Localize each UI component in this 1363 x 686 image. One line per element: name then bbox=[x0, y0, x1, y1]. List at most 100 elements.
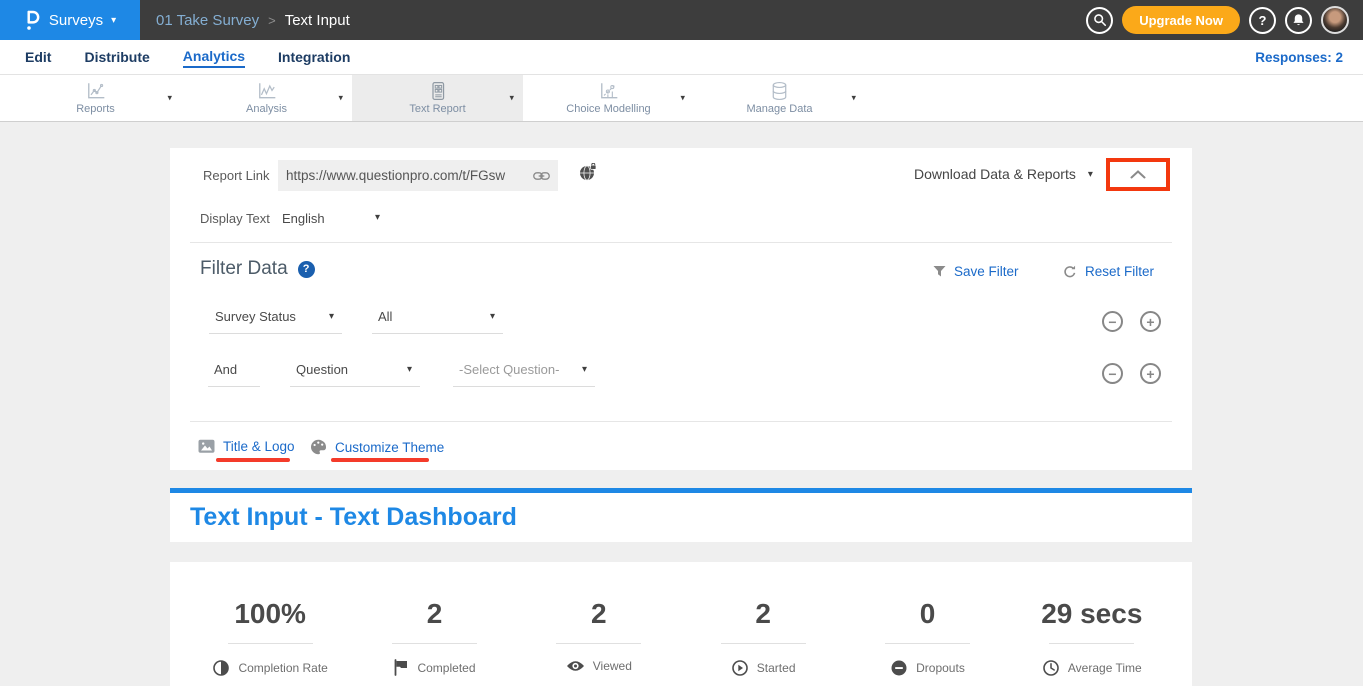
minus-circle-icon bbox=[890, 659, 908, 677]
filter-field-select[interactable]: Survey Status ▾ bbox=[209, 300, 342, 334]
stat-value: 0 bbox=[920, 598, 936, 630]
tab-label: Choice Modelling bbox=[566, 103, 650, 115]
stat-value: 2 bbox=[755, 598, 771, 630]
chevron-down-icon[interactable]: ▾ bbox=[167, 93, 172, 104]
stat-label: Completion Rate bbox=[238, 661, 327, 675]
responses-count[interactable]: Responses: 2 bbox=[1255, 50, 1343, 65]
questionpro-logo-icon bbox=[24, 9, 41, 32]
divider bbox=[228, 643, 313, 644]
tab-label: Manage Data bbox=[746, 103, 812, 115]
refresh-icon bbox=[1063, 265, 1077, 279]
annotation-underline bbox=[216, 458, 290, 462]
link-privacy-button[interactable] bbox=[578, 163, 598, 187]
surveys-menu[interactable]: Surveys ▾ bbox=[0, 0, 140, 40]
chevron-down-icon[interactable]: ▾ bbox=[680, 93, 685, 104]
filter-field-select[interactable]: Question ▾ bbox=[290, 353, 420, 387]
topbar-actions: Upgrade Now ? bbox=[1086, 6, 1363, 34]
conjunction-value: And bbox=[214, 362, 237, 377]
tab-text-report[interactable]: Text Report ▾ bbox=[352, 75, 523, 121]
divider bbox=[392, 643, 477, 644]
help-button[interactable]: ? bbox=[1249, 7, 1276, 34]
chevron-down-icon: ▾ bbox=[329, 311, 334, 322]
stat-value: 29 secs bbox=[1041, 598, 1142, 630]
avatar[interactable] bbox=[1321, 6, 1349, 34]
eye-icon bbox=[566, 659, 585, 673]
filter-data-title: Filter Data bbox=[200, 258, 288, 280]
notifications-button[interactable] bbox=[1285, 7, 1312, 34]
chevron-down-icon: ▾ bbox=[582, 364, 587, 375]
report-settings-panel: Report Link Download Data & Reports ▾ bbox=[170, 148, 1192, 470]
text-report-icon bbox=[428, 81, 448, 101]
stat-average-time: 29 secs Average Time bbox=[1010, 562, 1174, 686]
chevron-down-icon: ▾ bbox=[111, 15, 116, 26]
upgrade-now-button[interactable]: Upgrade Now bbox=[1122, 6, 1240, 34]
stat-value: 2 bbox=[427, 598, 443, 630]
add-filter-row-button[interactable]: + bbox=[1140, 363, 1161, 384]
clock-icon bbox=[1042, 659, 1060, 677]
top-header: Surveys ▾ 01 Take Survey > Text Input Up… bbox=[0, 0, 1363, 40]
tab-reports[interactable]: Reports ▾ bbox=[10, 75, 181, 121]
search-button[interactable] bbox=[1086, 7, 1113, 34]
funnel-icon bbox=[933, 265, 946, 278]
tab-choice-modelling[interactable]: Choice Modelling ▾ bbox=[523, 75, 694, 121]
select-question-dropdown[interactable]: -Select Question- ▾ bbox=[453, 353, 595, 387]
divider bbox=[190, 242, 1172, 243]
stat-value: 2 bbox=[591, 598, 607, 630]
survey-section-nav: Edit Distribute Analytics Integration Re… bbox=[0, 40, 1363, 75]
breadcrumb-survey-name[interactable]: 01 Take Survey bbox=[156, 12, 259, 29]
tab-manage-data[interactable]: Manage Data ▾ bbox=[694, 75, 865, 121]
display-text-label: Display Text bbox=[200, 211, 270, 226]
nav-item-distribute[interactable]: Distribute bbox=[84, 47, 149, 67]
flag-icon bbox=[393, 659, 409, 676]
product-name: Surveys bbox=[49, 12, 103, 29]
chevron-down-icon: ▾ bbox=[490, 311, 495, 322]
remove-filter-row-button[interactable]: − bbox=[1102, 311, 1123, 332]
display-text-select[interactable]: English bbox=[282, 211, 325, 226]
analytics-toolbar: Reports ▾ Analysis ▾ Text Report ▾ Ch bbox=[0, 75, 1363, 122]
download-data-reports-menu[interactable]: Download Data & Reports ▾ bbox=[914, 166, 1093, 182]
divider bbox=[1049, 643, 1134, 644]
reset-filter-label: Reset Filter bbox=[1085, 264, 1154, 279]
filter-value: All bbox=[378, 309, 392, 324]
link-icon[interactable] bbox=[533, 170, 550, 182]
chevron-down-icon[interactable]: ▾ bbox=[851, 93, 856, 104]
stat-completion-rate: 100% Completion Rate bbox=[188, 562, 352, 686]
save-filter-label: Save Filter bbox=[954, 264, 1019, 279]
reset-filter-button[interactable]: Reset Filter bbox=[1063, 264, 1154, 279]
report-link-field[interactable] bbox=[278, 160, 558, 191]
breadcrumb-separator: > bbox=[268, 13, 276, 28]
chevron-down-icon[interactable]: ▾ bbox=[509, 93, 514, 104]
stat-label: Average Time bbox=[1068, 661, 1142, 675]
play-icon bbox=[731, 659, 749, 677]
stats-summary: 100% Completion Rate 2 Completed bbox=[170, 562, 1192, 686]
chevron-down-icon: ▾ bbox=[1088, 169, 1093, 180]
select-question-placeholder: -Select Question- bbox=[459, 362, 559, 377]
title-logo-link[interactable]: Title & Logo bbox=[198, 439, 295, 454]
dashboard-title: Text Input - Text Dashboard bbox=[190, 503, 517, 532]
report-link-input[interactable] bbox=[286, 168, 529, 183]
title-logo-label: Title & Logo bbox=[223, 439, 295, 454]
filter-data-heading: Filter Data ? bbox=[200, 258, 315, 280]
filter-value-select[interactable]: All ▾ bbox=[372, 300, 503, 334]
filter-help-icon[interactable]: ? bbox=[298, 261, 315, 278]
collapse-panel-button[interactable] bbox=[1106, 158, 1170, 191]
tab-analysis[interactable]: Analysis ▾ bbox=[181, 75, 352, 121]
breadcrumb-current-page: Text Input bbox=[285, 12, 350, 29]
add-filter-row-button[interactable]: + bbox=[1140, 311, 1161, 332]
chevron-up-icon bbox=[1130, 170, 1146, 179]
chevron-down-icon[interactable]: ▾ bbox=[338, 93, 343, 104]
analysis-chart-icon bbox=[255, 81, 279, 101]
stat-value: 100% bbox=[234, 598, 306, 630]
chevron-down-icon[interactable]: ▾ bbox=[375, 212, 380, 223]
remove-filter-row-button[interactable]: − bbox=[1102, 363, 1123, 384]
save-filter-button[interactable]: Save Filter bbox=[933, 264, 1019, 279]
customize-theme-link[interactable]: Customize Theme bbox=[310, 439, 444, 455]
filter-conjunction-select[interactable]: And bbox=[208, 353, 260, 387]
nav-item-analytics[interactable]: Analytics bbox=[183, 46, 245, 68]
nav-item-integration[interactable]: Integration bbox=[278, 47, 350, 67]
divider bbox=[190, 421, 1172, 422]
question-mark-icon: ? bbox=[1259, 13, 1267, 28]
nav-item-edit[interactable]: Edit bbox=[25, 47, 51, 67]
stat-started: 2 Started bbox=[681, 562, 845, 686]
customize-theme-label: Customize Theme bbox=[335, 440, 444, 455]
